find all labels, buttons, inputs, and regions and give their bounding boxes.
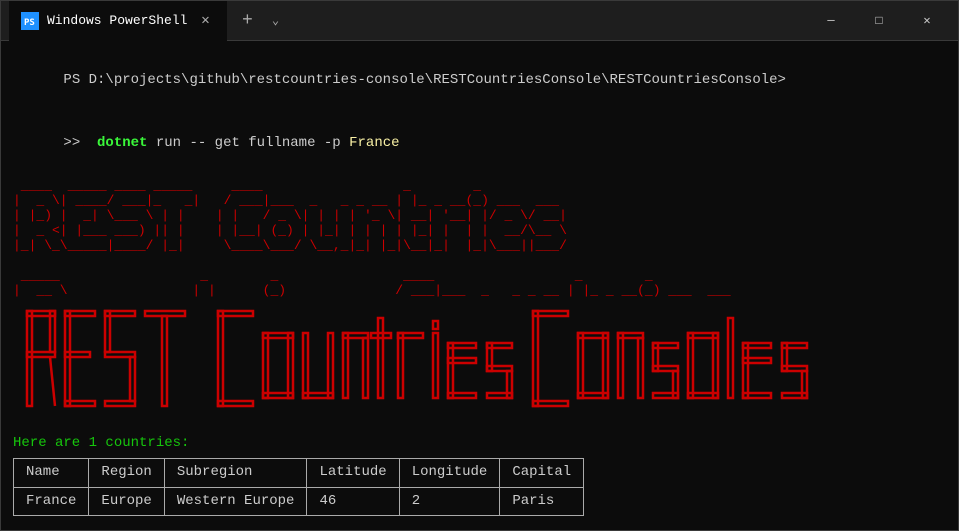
banner-line-8: | __ \ | | (_) / ___|___ _ _ _ __ | |_ _… xyxy=(13,284,946,299)
prompt-line-1: PS D:\projects\github\restcountries-cons… xyxy=(13,49,946,112)
command-prefix: >> xyxy=(63,135,97,151)
window: PS Windows PowerShell ✕ + ⌄ ─ □ ✕ PS D:\… xyxy=(0,0,959,531)
tab-dropdown-button[interactable]: ⌄ xyxy=(263,9,287,33)
command-dotnet: dotnet xyxy=(97,135,147,151)
header-row: Name Region Subregion Latitude Longitude… xyxy=(14,459,584,488)
banner-line-7: _____ _ _ ____ _ _ xyxy=(13,269,946,284)
cell-longitude: 2 xyxy=(399,487,500,516)
banner-svg xyxy=(13,303,933,418)
command-value: France xyxy=(349,135,399,151)
active-tab[interactable]: PS Windows PowerShell ✕ xyxy=(9,1,227,41)
console-area: PS D:\projects\github\restcountries-cons… xyxy=(1,41,958,530)
close-button[interactable]: ✕ xyxy=(904,1,950,41)
command-run: run -- get fullname xyxy=(147,135,323,151)
table-body: France Europe Western Europe 46 2 Paris xyxy=(14,487,584,516)
command-line: >> dotnet run -- get fullname -p France xyxy=(13,112,946,175)
title-bar: PS Windows PowerShell ✕ + ⌄ ─ □ ✕ xyxy=(1,1,958,41)
banner-line-3: | |_) | _| \___ \ | | | | / _ \| | | | '… xyxy=(13,209,946,224)
results-table: Name Region Subregion Latitude Longitude… xyxy=(13,458,584,516)
cell-capital: Paris xyxy=(500,487,584,516)
cell-latitude: 46 xyxy=(307,487,399,516)
cell-name: France xyxy=(14,487,89,516)
tab-close-button[interactable]: ✕ xyxy=(195,11,215,31)
new-tab-button[interactable]: + xyxy=(231,5,263,37)
powershell-icon: PS xyxy=(21,12,39,30)
banner-large xyxy=(13,303,946,426)
cell-region: Europe xyxy=(89,487,164,516)
col-region: Region xyxy=(89,459,164,488)
col-name: Name xyxy=(14,459,89,488)
banner-line-2: | _ \| ____/ ___|_ _| / ___|___ _ _ _ __… xyxy=(13,194,946,209)
col-latitude: Latitude xyxy=(307,459,399,488)
minimize-button[interactable]: ─ xyxy=(808,1,854,41)
col-subregion: Subregion xyxy=(164,459,307,488)
prompt-path-1: PS D:\projects\github\restcountries-cons… xyxy=(63,72,786,88)
banner-line-4: | _ <| |___ ___) || | | |__| (_) | |_| |… xyxy=(13,224,946,239)
command-space xyxy=(341,135,349,151)
banner-line-1: ____ _____ ____ _____ ____ _ _ xyxy=(13,179,946,194)
cell-subregion: Western Europe xyxy=(164,487,307,516)
window-controls: ─ □ ✕ xyxy=(808,1,950,41)
ascii-banner: ____ _____ ____ _____ ____ _ _ | _ \| __… xyxy=(13,179,946,299)
col-longitude: Longitude xyxy=(399,459,500,488)
banner-line-6 xyxy=(13,254,946,269)
col-capital: Capital xyxy=(500,459,584,488)
maximize-button[interactable]: □ xyxy=(856,1,902,41)
command-flag: -p xyxy=(324,135,341,151)
table-row: France Europe Western Europe 46 2 Paris xyxy=(14,487,584,516)
tab-title: Windows PowerShell xyxy=(47,13,187,28)
banner-line-5: |_| \_\_____|____/ |_| \____\___/ \__,_|… xyxy=(13,239,946,254)
svg-text:PS: PS xyxy=(24,18,35,28)
result-header: Here are 1 countries: xyxy=(13,433,946,454)
table-header: Name Region Subregion Latitude Longitude… xyxy=(14,459,584,488)
final-prompt-line: PS D:\projects\github\restcountries-cons… xyxy=(13,524,946,530)
tab-area: PS Windows PowerShell ✕ + ⌄ xyxy=(9,1,808,41)
